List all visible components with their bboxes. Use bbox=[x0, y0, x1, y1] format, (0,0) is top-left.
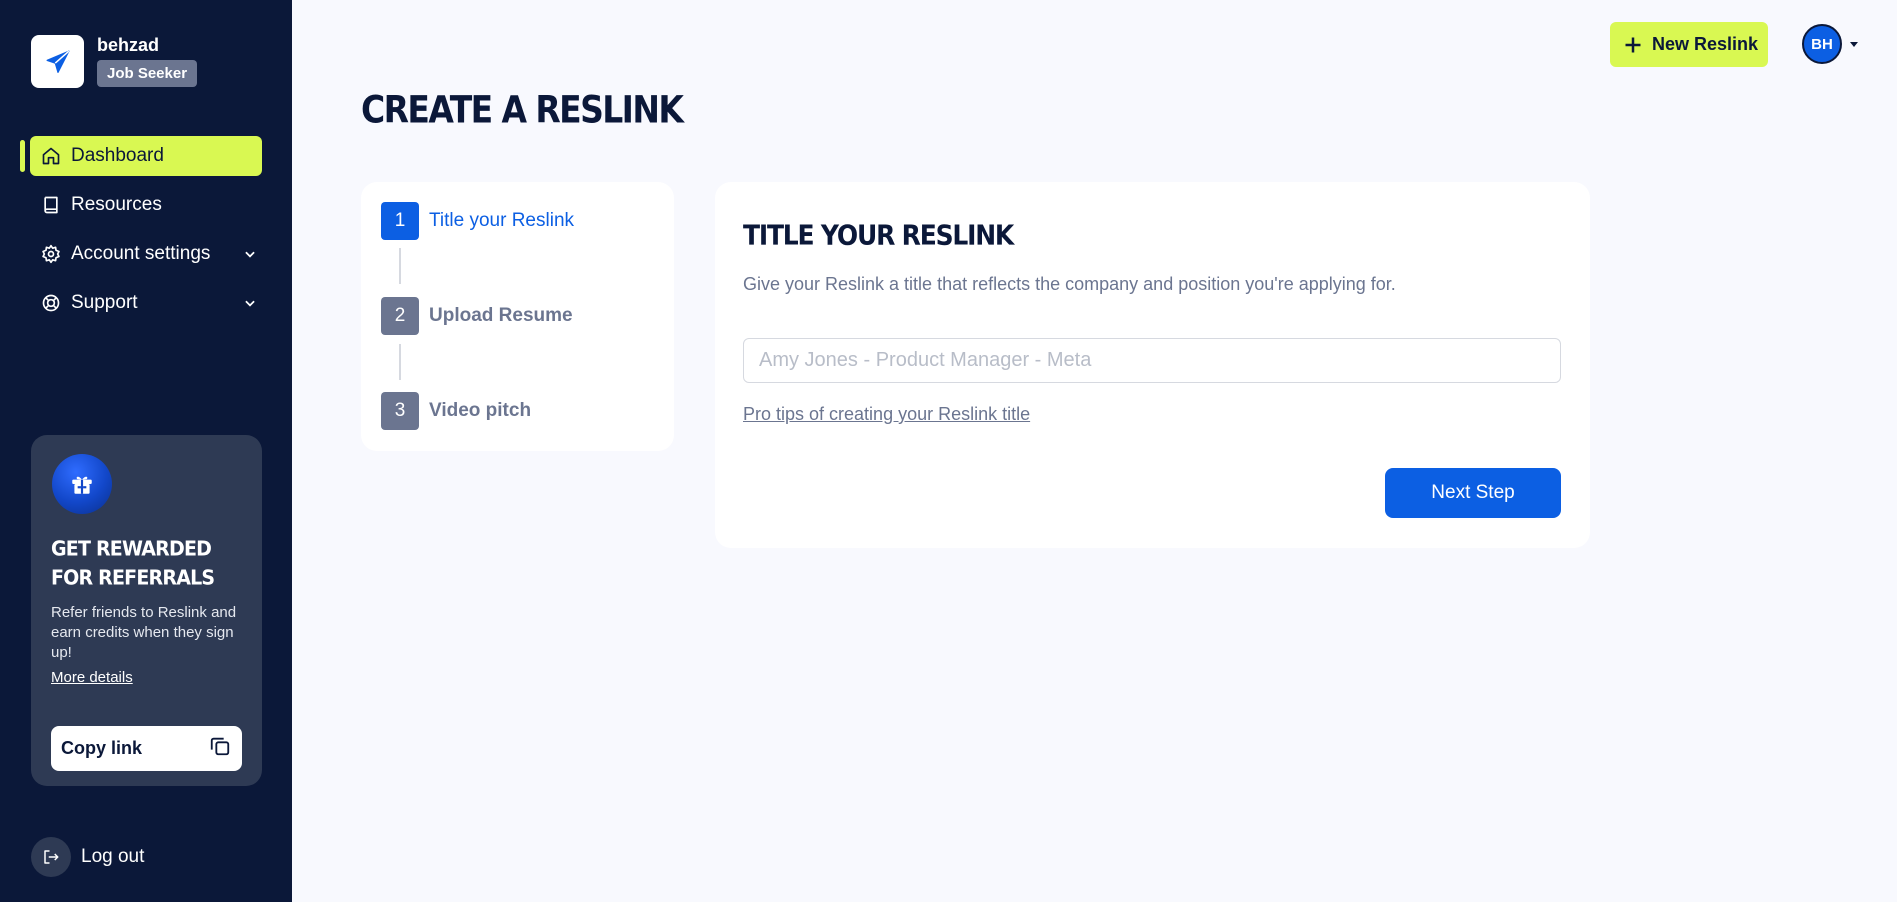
sidebar-item-label: Dashboard bbox=[71, 145, 164, 166]
step-upload-resume[interactable]: 2 Upload Resume bbox=[381, 297, 573, 335]
next-step-button[interactable]: Next Step bbox=[1385, 468, 1561, 518]
new-reslink-label: New Reslink bbox=[1652, 34, 1759, 54]
logout-label: Log out bbox=[81, 846, 145, 867]
step-connector bbox=[399, 248, 401, 284]
pro-tips-link[interactable]: Pro tips of creating your Reslink title bbox=[743, 404, 1030, 425]
copy-link-button[interactable]: Copy link bbox=[51, 726, 242, 771]
referral-title: GET REWARDED FOR REFERRALS bbox=[51, 537, 215, 591]
gift-icon bbox=[52, 454, 112, 514]
sidebar: behzad Job Seeker Dashboard Resources Ac… bbox=[0, 0, 292, 902]
form-title: TITLE YOUR RESLINK bbox=[743, 219, 1014, 251]
reslink-title-input[interactable] bbox=[743, 338, 1561, 383]
sidebar-item-dashboard[interactable]: Dashboard bbox=[20, 136, 262, 176]
sidebar-item-resources[interactable]: Resources bbox=[30, 185, 262, 225]
app-logo[interactable] bbox=[31, 35, 84, 88]
sidebar-item-label: Account settings bbox=[71, 243, 211, 264]
logout-icon bbox=[31, 837, 71, 877]
steps-card: 1 Title your Reslink 2 Upload Resume 3 V… bbox=[361, 182, 674, 451]
chevron-down-icon[interactable] bbox=[240, 244, 260, 264]
role-badge: Job Seeker bbox=[97, 60, 198, 87]
gear-icon bbox=[41, 244, 61, 264]
step-label: Video pitch bbox=[429, 400, 532, 421]
sidebar-item-support[interactable]: Support bbox=[30, 283, 262, 323]
form-description: Give your Reslink a title that reflects … bbox=[743, 274, 1396, 294]
step-label: Title your Reslink bbox=[429, 210, 575, 231]
copy-link-label: Copy link bbox=[61, 738, 143, 758]
sidebar-item-account-settings[interactable]: Account settings bbox=[30, 234, 262, 274]
paper-plane-icon bbox=[46, 50, 69, 73]
step-connector bbox=[399, 344, 401, 380]
sidebar-item-label: Support bbox=[71, 292, 138, 313]
copy-icon bbox=[209, 735, 231, 762]
referral-description: Refer friends to Reslink and earn credit… bbox=[51, 604, 237, 661]
logout-button[interactable]: Log out bbox=[31, 837, 144, 877]
page-title: CREATE A RESLINK bbox=[361, 88, 684, 132]
step-label: Upload Resume bbox=[429, 305, 573, 326]
new-reslink-button[interactable]: New Reslink bbox=[1610, 22, 1768, 67]
step-number: 3 bbox=[381, 392, 419, 430]
plus-icon bbox=[1623, 35, 1643, 55]
user-menu[interactable]: BH bbox=[1802, 24, 1858, 64]
chevron-down-icon[interactable] bbox=[240, 293, 260, 313]
caret-down-icon bbox=[1850, 41, 1858, 47]
avatar: BH bbox=[1802, 24, 1842, 64]
book-icon bbox=[41, 195, 61, 215]
referral-card: GET REWARDED FOR REFERRALS Refer friends… bbox=[31, 435, 262, 786]
sidebar-nav: Dashboard Resources Account settings Sup… bbox=[0, 136, 292, 332]
step-video-pitch[interactable]: 3 Video pitch bbox=[381, 392, 531, 430]
sidebar-item-label: Resources bbox=[71, 194, 162, 215]
step-number: 2 bbox=[381, 297, 419, 335]
home-icon bbox=[41, 146, 61, 166]
profile-block: behzad Job Seeker bbox=[31, 35, 198, 88]
title-form-card: TITLE YOUR RESLINK Give your Reslink a t… bbox=[715, 182, 1590, 548]
step-number: 1 bbox=[381, 202, 419, 240]
more-details-link[interactable]: More details bbox=[51, 669, 133, 686]
lifebuoy-icon bbox=[41, 293, 61, 313]
profile-name: behzad bbox=[97, 35, 160, 55]
step-title-your-reslink[interactable]: 1 Title your Reslink bbox=[381, 202, 574, 240]
